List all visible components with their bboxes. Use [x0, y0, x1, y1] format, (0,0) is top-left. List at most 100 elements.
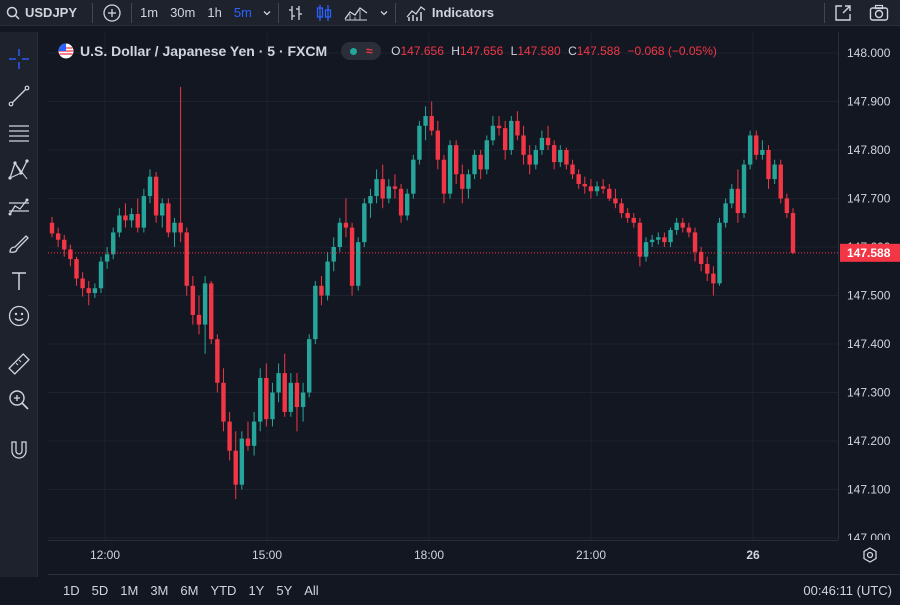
candle: [545, 125, 551, 150]
candle-body: [160, 203, 165, 216]
candle-body: [723, 203, 728, 223]
candle: [747, 130, 753, 170]
icon-tool[interactable]: [5, 302, 33, 330]
range-5y[interactable]: 5Y: [276, 583, 292, 598]
interval-label: 5m: [233, 5, 252, 20]
candle-body: [331, 247, 336, 262]
interval-5m[interactable]: 5m: [234, 0, 252, 26]
candle-body: [533, 150, 538, 165]
candle: [153, 171, 159, 223]
candlestick-chart[interactable]: [48, 32, 838, 540]
fib-tool[interactable]: [5, 119, 33, 147]
candle-body: [374, 179, 379, 197]
candle-body: [221, 382, 226, 422]
candle-body: [643, 242, 649, 257]
candle: [429, 101, 434, 136]
range-1y[interactable]: 1Y: [248, 583, 264, 598]
chart-type-dropdown[interactable]: [379, 0, 389, 26]
candle: [245, 421, 251, 451]
candle-body: [539, 137, 545, 150]
trend-line-tool[interactable]: [5, 82, 33, 110]
candle: [319, 276, 324, 306]
external-link-icon: [835, 4, 851, 21]
candle-body: [680, 222, 685, 228]
candle-body: [380, 179, 385, 199]
candle: [533, 145, 538, 170]
us-flag-icon: [58, 43, 74, 59]
candle: [313, 280, 318, 344]
candle-body: [741, 164, 747, 214]
interval-1h[interactable]: 1h: [207, 0, 221, 26]
candle: [135, 198, 140, 233]
price-axis[interactable]: 148.000147.900147.800147.700147.600147.5…: [838, 32, 900, 545]
measure-tool[interactable]: [5, 350, 33, 378]
brush-tool[interactable]: [5, 230, 33, 258]
candle-body: [545, 137, 551, 146]
candle: [478, 150, 483, 180]
time-axis[interactable]: 12:00 15:00 18:00 21:00 26: [48, 540, 838, 568]
symbol-search[interactable]: USDJPY: [0, 0, 86, 26]
candle-body: [600, 186, 606, 189]
range-ytd[interactable]: YTD: [210, 583, 236, 598]
interval-dropdown[interactable]: [262, 0, 272, 26]
range-3m[interactable]: 3M: [150, 583, 168, 598]
candle-body: [209, 283, 214, 340]
candles-style-button[interactable]: [311, 0, 337, 26]
candle: [80, 272, 85, 297]
candle-body: [564, 150, 569, 165]
axis-settings-button[interactable]: [860, 545, 880, 565]
candle-body: [594, 186, 600, 192]
chart-pane[interactable]: [48, 32, 838, 540]
candle: [594, 181, 600, 197]
range-all[interactable]: All: [304, 583, 318, 598]
projection-tool[interactable]: [5, 193, 33, 221]
bar-style-button[interactable]: [285, 0, 307, 26]
candle: [674, 217, 679, 235]
interval-1m[interactable]: 1m: [140, 0, 158, 26]
zoom-tool[interactable]: [5, 386, 33, 414]
candle: [705, 256, 710, 281]
candle: [239, 431, 245, 490]
range-5d[interactable]: 5D: [92, 583, 109, 598]
candle: [141, 188, 147, 233]
market-status-badge[interactable]: ≈: [341, 42, 382, 60]
price-tick-label: 147.900: [847, 95, 891, 109]
compare-button[interactable]: [99, 0, 125, 26]
candle: [668, 227, 673, 247]
candle: [355, 237, 361, 291]
candle: [521, 125, 526, 165]
candle: [196, 295, 202, 335]
candle-body: [233, 450, 238, 485]
magnet-tool[interactable]: [5, 436, 33, 464]
candle: [392, 174, 398, 199]
candle-body: [68, 249, 73, 260]
range-6m[interactable]: 6M: [180, 583, 198, 598]
candle-body: [300, 392, 306, 408]
candles-icon: [316, 4, 332, 21]
current-price-tag: 147.588: [840, 243, 900, 262]
snapshot-button[interactable]: [867, 0, 891, 26]
interval-30m[interactable]: 30m: [170, 0, 195, 26]
time-tick-label: 26: [746, 548, 760, 562]
legend-title[interactable]: U.S. Dollar / Japanese Yen · 5 · FXCM: [80, 43, 327, 59]
range-1m[interactable]: 1M: [120, 583, 138, 598]
candle-body: [325, 261, 330, 296]
candle-body: [631, 217, 636, 223]
fullscreen-button[interactable]: [832, 0, 854, 26]
time-scale: 12:00 15:00 18:00 21:00 26: [90, 548, 760, 562]
pattern-tool[interactable]: [5, 156, 33, 184]
indicators-button[interactable]: Indicators: [406, 0, 494, 26]
magnet-icon: [11, 441, 27, 459]
text-tool[interactable]: [5, 267, 33, 295]
crosshair-tool[interactable]: [5, 45, 33, 73]
range-1d[interactable]: 1D: [63, 583, 80, 598]
candle: [490, 116, 496, 146]
candle-body: [527, 154, 532, 165]
area-style-button[interactable]: [341, 0, 371, 26]
series-legend: U.S. Dollar / Japanese Yen · 5 · FXCM ≈ …: [58, 42, 717, 60]
candle: [784, 193, 790, 218]
candle: [325, 251, 330, 301]
candle: [178, 86, 183, 243]
candle-body: [582, 183, 587, 187]
utc-clock[interactable]: 00:46:11 (UTC): [803, 583, 892, 598]
